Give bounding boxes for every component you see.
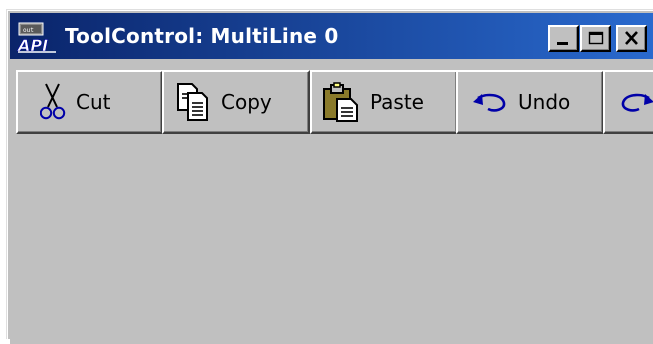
cut-label: Cut (76, 90, 111, 114)
cut-button[interactable]: Cut (16, 70, 163, 134)
minimize-icon (557, 42, 568, 45)
window-title: ToolControl: MultiLine 0 (65, 24, 339, 48)
undo-icon (473, 93, 506, 112)
undo-button[interactable]: Undo (456, 70, 604, 134)
api-app-icon[interactable]: out API (17, 22, 57, 53)
redo-button[interactable] (603, 70, 653, 134)
maximize-button[interactable] (580, 25, 611, 52)
copy-label: Copy (221, 90, 272, 114)
copy-button[interactable]: Copy (162, 70, 310, 134)
title-bar[interactable]: out API ToolControl: MultiLine 0 (10, 13, 653, 59)
redo-icon (621, 93, 653, 112)
svg-text:API: API (17, 36, 48, 53)
minimize-button[interactable] (548, 25, 579, 52)
app-window: out API ToolControl: MultiLine 0 Cut Cop… (6, 9, 653, 344)
maximize-icon (588, 31, 604, 45)
scissors-icon (40, 83, 66, 120)
svg-text:out: out (23, 27, 34, 34)
paste-label: Paste (370, 90, 424, 114)
client-area[interactable] (10, 144, 653, 344)
close-icon (625, 31, 638, 45)
paste-icon (323, 82, 358, 122)
undo-label: Undo (518, 90, 571, 114)
paste-button[interactable]: Paste (310, 70, 458, 134)
close-button[interactable] (616, 25, 647, 52)
copy-icon (177, 83, 208, 121)
toolbar: Cut Copy Paste Undo (10, 66, 653, 144)
